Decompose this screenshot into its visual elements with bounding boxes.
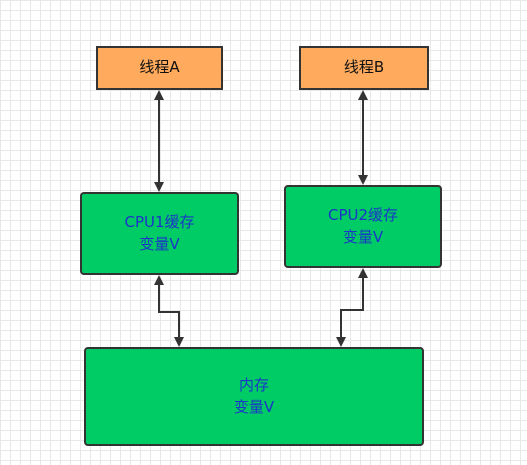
thread-a-node[interactable]: 线程A (96, 46, 223, 90)
cpu2-cache-title: CPU2缓存 (327, 205, 399, 224)
memory-title: 内存 (238, 375, 269, 394)
memory-node[interactable]: 内存 变量V (84, 347, 424, 446)
thread-b-label: 线程B (343, 58, 385, 77)
arrow-cpu1-memory (154, 275, 184, 347)
cpu2-cache-node[interactable]: CPU2缓存 变量V (284, 185, 442, 268)
cpu1-cache-node[interactable]: CPU1缓存 变量V (80, 192, 239, 275)
diagram-canvas: 线程A 线程B CPU1缓存 变量V CPU2缓存 变量V 内存 变量V (0, 0, 527, 465)
cpu2-cache-variable: 变量V (342, 227, 384, 246)
arrow-cpu2-memory (336, 268, 368, 347)
memory-variable: 变量V (233, 397, 275, 416)
thread-b-node[interactable]: 线程B (299, 46, 429, 90)
thread-a-label: 线程A (139, 58, 180, 77)
cpu1-cache-title: CPU1缓存 (124, 212, 195, 231)
cpu1-cache-variable: 变量V (139, 234, 180, 253)
